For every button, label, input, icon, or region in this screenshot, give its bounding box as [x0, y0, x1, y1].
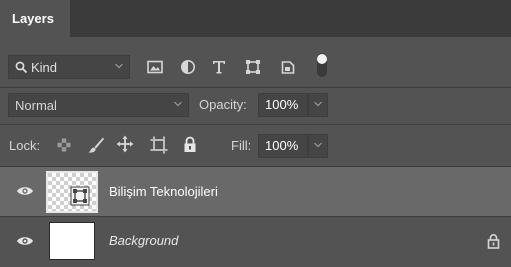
lock-position-icon[interactable]: [116, 135, 134, 153]
opacity-label: Opacity:: [199, 97, 247, 112]
lock-label: Lock:: [9, 138, 41, 153]
filter-row: Kind: [0, 48, 511, 86]
blend-mode-value: Normal: [15, 98, 57, 113]
eye-icon[interactable]: [16, 185, 34, 197]
type-filter-icon[interactable]: [211, 59, 227, 75]
adjustment-filter-icon[interactable]: [180, 59, 196, 75]
opacity-slider-toggle[interactable]: [308, 93, 328, 117]
lock-all-icon[interactable]: [183, 136, 197, 153]
chevron-down-icon: [115, 63, 123, 69]
fill-slider-toggle[interactable]: [308, 134, 328, 158]
blend-mode-dropdown[interactable]: Normal: [8, 93, 189, 117]
blend-row: Normal Opacity: 100%: [0, 90, 511, 122]
lock-row: Lock: Fill: 100%: [0, 127, 511, 165]
chevron-down-icon: [314, 101, 322, 107]
fill-input[interactable]: 100%: [258, 134, 308, 158]
divider: [0, 87, 511, 88]
lock-image-pixels-icon[interactable]: [87, 136, 105, 154]
smart-object-filter-icon[interactable]: [281, 59, 295, 75]
tab-layers[interactable]: Layers: [0, 0, 70, 37]
eye-icon[interactable]: [16, 235, 34, 247]
fill-label: Fill:: [231, 138, 252, 153]
layers-panel: Layers Kind Normal Opacity: 100% Lock: F…: [0, 0, 511, 267]
layer-name[interactable]: Background: [109, 233, 178, 248]
filter-toggle-icon[interactable]: [316, 52, 328, 78]
chevron-down-icon: [174, 101, 182, 107]
image-filter-icon[interactable]: [147, 60, 163, 74]
divider: [0, 124, 511, 125]
layer-name[interactable]: Bilişim Teknolojileri: [109, 184, 218, 199]
shape-filter-icon[interactable]: [245, 59, 261, 75]
kind-filter-dropdown[interactable]: Kind: [8, 55, 130, 79]
lock-artboard-icon[interactable]: [150, 136, 168, 154]
opacity-input[interactable]: 100%: [258, 93, 308, 117]
search-icon: [15, 61, 28, 74]
layer-row-bilisim-teknolojileri[interactable]: Bilişim Teknolojileri: [0, 167, 511, 216]
panel-tab-bar: Layers: [0, 0, 511, 37]
layer-thumbnail-smart-object: [46, 171, 98, 213]
chevron-down-icon: [314, 142, 322, 148]
layer-row-background[interactable]: Background: [0, 217, 511, 266]
layer-thumbnail-background: [49, 222, 95, 260]
kind-filter-label: Kind: [31, 60, 58, 75]
lock-transparent-pixels-icon[interactable]: [57, 138, 71, 152]
lock-icon: [487, 233, 500, 249]
